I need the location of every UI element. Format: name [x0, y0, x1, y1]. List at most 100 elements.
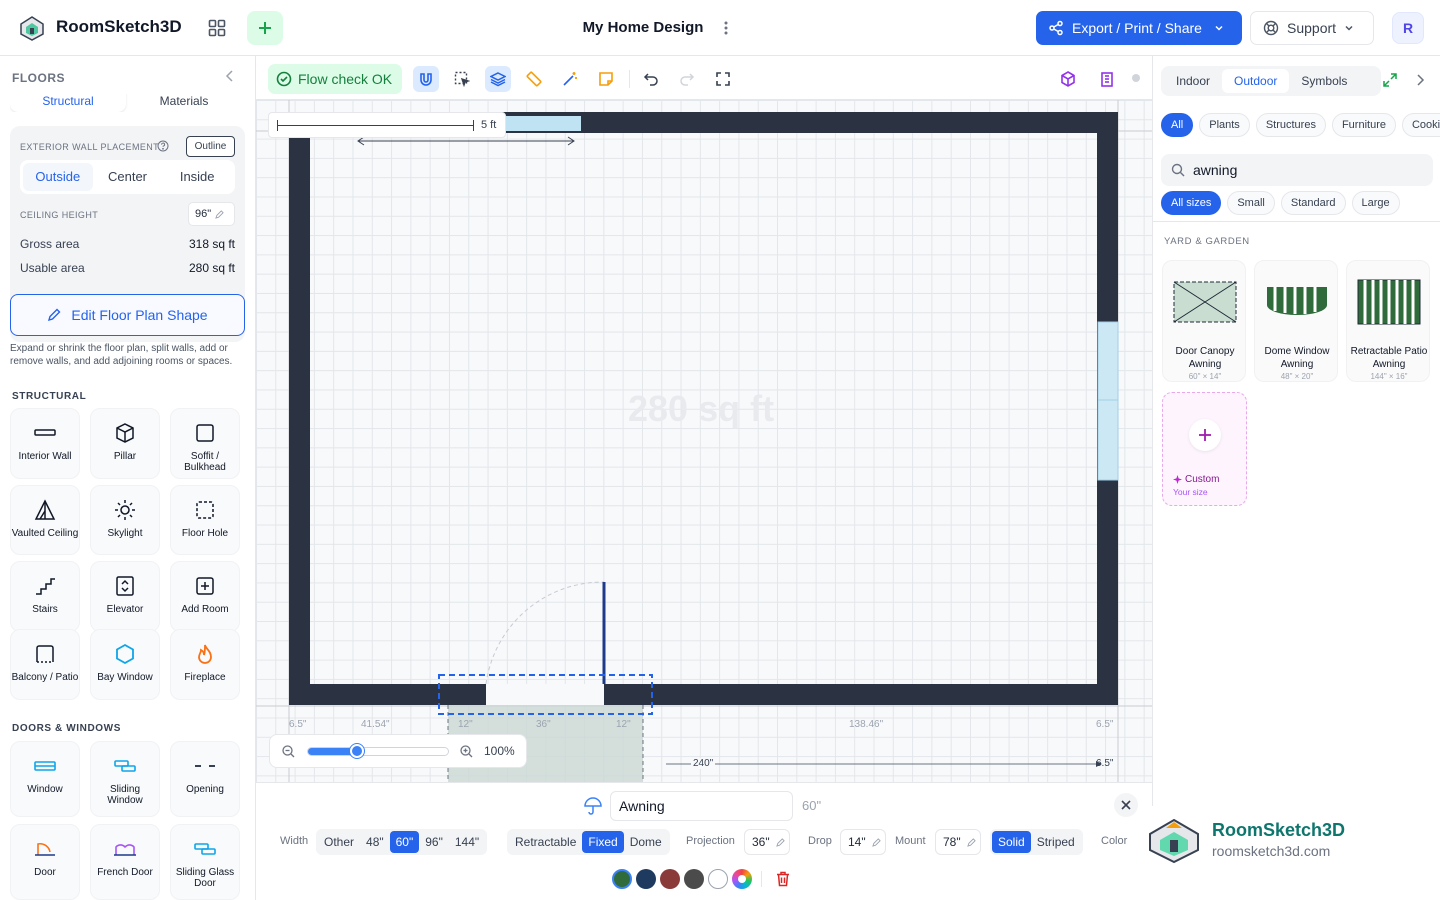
tab-symbols[interactable]: Symbols — [1289, 69, 1359, 93]
zoom-out-icon[interactable] — [282, 745, 295, 758]
style-striped[interactable]: Striped — [1031, 831, 1081, 853]
select-tool-button[interactable] — [449, 66, 475, 92]
size-standard[interactable]: Standard — [1280, 191, 1346, 215]
tile-window[interactable]: Window — [10, 741, 80, 817]
size-large[interactable]: Large — [1351, 191, 1400, 215]
tile-soffit[interactable]: Soffit / Bulkhead — [170, 408, 240, 479]
width-other[interactable]: Other — [318, 831, 360, 853]
tile-opening[interactable]: Opening — [170, 741, 240, 817]
tile-skylight[interactable]: Skylight — [90, 485, 160, 555]
projection-input[interactable]: 36" — [744, 829, 790, 855]
size-all[interactable]: All sizes — [1161, 191, 1222, 215]
product-dome-window-awning[interactable]: Dome Window Awning 48" × 20" — [1254, 260, 1338, 382]
placement-center[interactable]: Center — [93, 163, 163, 191]
category-furniture[interactable]: Furniture — [1331, 113, 1396, 137]
placement-outside[interactable]: Outside — [23, 163, 93, 191]
help-circle-icon[interactable] — [157, 140, 169, 152]
tile-bay-window[interactable]: Bay Window — [90, 629, 160, 700]
zoom-slider[interactable] — [307, 744, 449, 758]
dim-awning-left: 12" — [458, 719, 473, 730]
color-swatch-gray[interactable] — [684, 869, 704, 889]
tab-structural[interactable]: Structural — [10, 94, 126, 112]
tile-door[interactable]: Door — [10, 824, 80, 900]
tile-pillar[interactable]: Pillar — [90, 408, 160, 479]
type-fixed[interactable]: Fixed — [582, 831, 624, 853]
tab-materials[interactable]: Materials — [126, 94, 242, 112]
tile-sliding-window[interactable]: Sliding Window — [90, 741, 160, 817]
placement-inside[interactable]: Inside — [162, 163, 232, 191]
type-dome[interactable]: Dome — [624, 831, 668, 853]
magic-wand-button[interactable] — [557, 66, 583, 92]
color-swatch-green[interactable] — [612, 869, 632, 889]
expand-icon[interactable] — [1383, 73, 1397, 87]
ceiling-height-input[interactable]: 96" — [188, 202, 235, 226]
floor-plan-drawing[interactable] — [256, 100, 1152, 782]
width-144[interactable]: 144" — [449, 831, 485, 853]
zoom-in-icon[interactable] — [460, 745, 473, 758]
usable-area-label: Usable area — [20, 261, 85, 275]
product-door-canopy-awning[interactable]: Door Canopy Awning 60" × 14" — [1162, 260, 1246, 382]
fullscreen-icon — [716, 72, 730, 86]
redo-button[interactable] — [674, 66, 700, 92]
measure-button[interactable] — [521, 66, 547, 92]
layers-button[interactable] — [485, 66, 511, 92]
color-swatch-navy[interactable] — [636, 869, 656, 889]
chevron-left-icon[interactable] — [222, 68, 238, 84]
custom-color-picker[interactable] — [732, 869, 752, 889]
door-swing-arc — [485, 581, 605, 685]
drop-input[interactable]: 14" — [840, 829, 886, 855]
ruler-icon — [526, 71, 542, 87]
trash-icon[interactable] — [776, 871, 790, 887]
magnet-snap-button[interactable] — [413, 66, 439, 92]
width-96[interactable]: 96" — [419, 831, 449, 853]
tile-fireplace[interactable]: Fireplace — [170, 629, 240, 700]
category-structures[interactable]: Structures — [1255, 113, 1326, 137]
tile-label: Interior Wall — [18, 451, 72, 462]
catalog-search-input[interactable]: awning — [1161, 154, 1433, 186]
width-48[interactable]: 48" — [360, 831, 390, 853]
notes-button[interactable] — [593, 66, 619, 92]
tile-floor-hole[interactable]: Floor Hole — [170, 485, 240, 555]
document-menu-button[interactable] — [716, 16, 736, 40]
category-plants[interactable]: Plants — [1199, 113, 1250, 137]
support-button[interactable]: Support — [1250, 11, 1374, 45]
zoom-slider-thumb[interactable] — [350, 744, 364, 758]
tile-sliding-glass-door[interactable]: Sliding Glass Door — [170, 824, 240, 900]
custom-label: Custom — [1185, 474, 1220, 485]
catalog-tabs: Indoor Outdoor Symbols — [1161, 66, 1381, 96]
tab-outdoor[interactable]: Outdoor — [1222, 69, 1290, 93]
tile-stairs[interactable]: Stairs — [10, 561, 80, 632]
floor-plan-canvas[interactable]: 280 sq ft 5 ft 6.5" 41.54" 12" 36" 12" 1… — [256, 100, 1152, 782]
3d-view-button[interactable] — [1055, 66, 1081, 92]
tile-add-room[interactable]: Add Room — [170, 561, 240, 632]
outline-button[interactable]: Outline — [186, 136, 235, 157]
style-solid[interactable]: Solid — [992, 831, 1031, 853]
tab-indoor[interactable]: Indoor — [1164, 69, 1222, 93]
flow-check-badge[interactable]: Flow check OK — [268, 64, 402, 94]
object-name-input[interactable]: Awning — [610, 791, 793, 821]
tile-elevator[interactable]: Elevator — [90, 561, 160, 632]
brand-watermark: RoomSketch3D roomsketch3d.com — [1142, 806, 1440, 900]
close-panel-button[interactable] — [1114, 793, 1138, 817]
product-retractable-patio-awning[interactable]: Retractable Patio Awning 144" × 16" — [1346, 260, 1430, 382]
fullscreen-button[interactable] — [710, 66, 736, 92]
mount-input[interactable]: 78" — [935, 829, 981, 855]
user-avatar[interactable]: R — [1392, 12, 1424, 44]
color-swatch-white[interactable] — [708, 869, 728, 889]
category-all[interactable]: All — [1161, 113, 1194, 137]
undo-button[interactable] — [638, 66, 664, 92]
tile-interior-wall[interactable]: Interior Wall — [10, 408, 80, 479]
tile-french-door[interactable]: French Door — [90, 824, 160, 900]
width-60[interactable]: 60" — [389, 831, 420, 853]
building-view-button[interactable] — [1094, 66, 1120, 92]
tile-vaulted-ceiling[interactable]: Vaulted Ceiling — [10, 485, 80, 555]
custom-size-card[interactable]: Custom Your size — [1162, 392, 1247, 506]
category-cooking[interactable]: Cookin — [1401, 113, 1440, 137]
export-print-share-button[interactable]: Export / Print / Share — [1036, 11, 1242, 45]
tile-balcony[interactable]: Balcony / Patio — [10, 629, 80, 700]
edit-floor-plan-shape-button[interactable]: Edit Floor Plan Shape — [10, 294, 245, 336]
chevron-right-icon[interactable] — [1413, 73, 1427, 87]
size-small[interactable]: Small — [1227, 191, 1275, 215]
color-swatch-red[interactable] — [660, 869, 680, 889]
type-retractable[interactable]: Retractable — [509, 831, 582, 853]
